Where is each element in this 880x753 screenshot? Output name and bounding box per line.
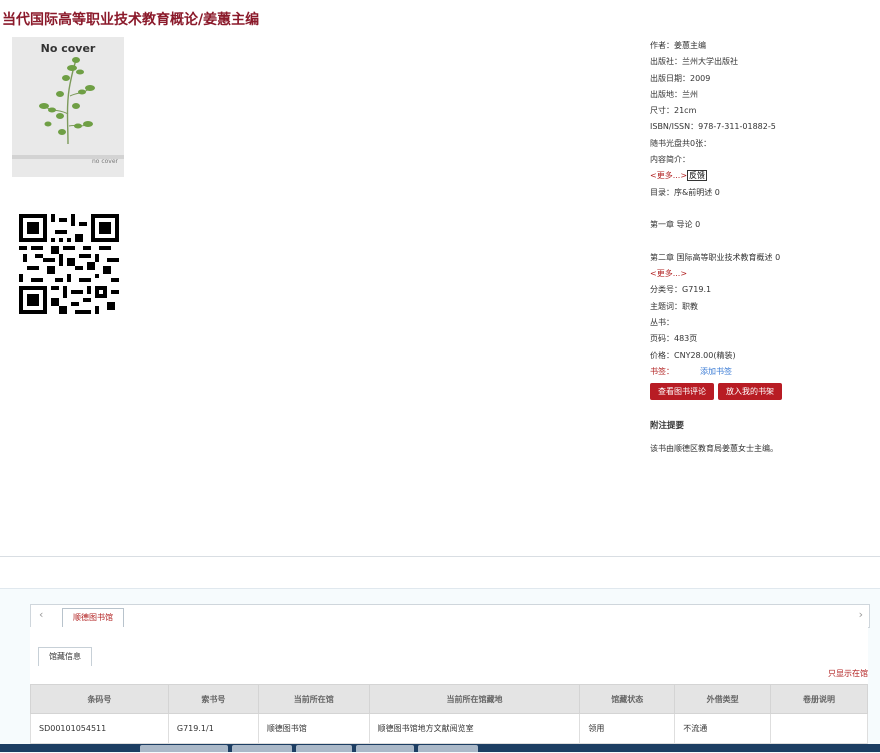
- action-buttons: 查看图书评论 放入我的书架: [650, 382, 875, 402]
- size: 尺寸：21cm: [650, 106, 697, 116]
- feedback-button[interactable]: 反馈: [687, 170, 708, 182]
- taskbar-item[interactable]: [140, 745, 228, 752]
- qr-code-icon: [19, 214, 119, 314]
- plant-icon: [39, 57, 95, 145]
- book-metadata: 作者：姜蕙主编 出版社：兰州大学出版社 出版日期：2009 出版地：兰州 尺寸：…: [650, 38, 875, 457]
- table-row: SD00101054511 G719.1/1 顺德图书馆 顺德图书馆地方文献阅览…: [30, 713, 868, 744]
- publish-place: 出版地：兰州: [650, 89, 698, 99]
- chevron-left-icon[interactable]: ‹: [39, 608, 43, 621]
- col-volume-note[interactable]: 卷册说明: [770, 684, 868, 714]
- isbn: ISBN/ISSN：978-7-311-01882-5: [650, 122, 776, 132]
- notes-text: 该书由顺德区教育局姜蕙女士主编。: [650, 443, 778, 453]
- taskbar: [0, 744, 880, 752]
- view-reviews-button[interactable]: 查看图书评论: [650, 383, 714, 401]
- holdings-table: 条码号 索书号 当前所在馆 当前所在馆藏地 馆藏状态 外借类型 卷册说明 SD0…: [30, 684, 868, 744]
- author: 作者：姜蕙主编: [650, 41, 706, 50]
- taskbar-item[interactable]: [418, 745, 478, 752]
- more-link[interactable]: <更多...>: [650, 171, 687, 180]
- taskbar-item[interactable]: [296, 745, 352, 752]
- library-tab-strip: ‹ 顺德图书馆 ›: [30, 604, 870, 628]
- col-library[interactable]: 当前所在馆: [257, 684, 370, 714]
- chapter-1: 第一章 导论 0: [650, 220, 701, 230]
- notes-title: 附注提要: [650, 421, 685, 432]
- chapter-2: 第二章 国际高等职业技术教育概述 0: [650, 252, 781, 262]
- page-title: 当代国际高等职业技术教育概论/姜蕙主编: [2, 12, 260, 28]
- series: 丛书：: [650, 318, 674, 328]
- holdings-panel: 馆藏信息 只显示在馆 条码号 索书号 当前所在馆 当前所在馆藏地 馆藏状态 外借…: [30, 627, 868, 752]
- divider: [0, 556, 880, 557]
- add-bookmark-link[interactable]: 添加书签: [700, 367, 732, 376]
- col-loan-type[interactable]: 外借类型: [674, 684, 772, 714]
- intro-actions: <更多...> 反馈: [650, 168, 875, 184]
- taskbar-item[interactable]: [232, 745, 292, 752]
- price: 价格：CNY28.00(精装): [650, 350, 736, 360]
- table-header-row: 条码号 索书号 当前所在馆 当前所在馆藏地 馆藏状态 外借类型 卷册说明: [30, 684, 868, 714]
- publisher: 出版社：兰州大学出版社: [650, 57, 738, 67]
- col-barcode[interactable]: 条码号: [30, 684, 169, 714]
- intro-label: 内容简介：: [650, 155, 690, 165]
- cell-loan-type: 不流通: [674, 713, 772, 744]
- cell-call-number: G719.1/1: [167, 713, 259, 744]
- pages: 页码：483页: [650, 334, 698, 344]
- cell-volume-note: [770, 713, 868, 744]
- subject: 主题词：职教: [650, 301, 698, 311]
- book-cover-image: No cover no cover: [12, 37, 124, 177]
- cell-location: 顺德图书馆地方文献阅览室: [368, 713, 581, 744]
- show-available-only-link[interactable]: 只显示在馆: [828, 668, 868, 679]
- bookmark-label: 书签：: [650, 366, 674, 376]
- tab-shunde-library[interactable]: 顺德图书馆: [62, 608, 124, 627]
- cell-status: 领用: [579, 713, 676, 744]
- col-status[interactable]: 馆藏状态: [579, 684, 676, 714]
- more-link-2[interactable]: <更多...>: [650, 266, 875, 282]
- disc-count: 随书光盘共0张：: [650, 138, 712, 148]
- bookmark-row: 书签： 添加书签: [650, 364, 875, 380]
- chevron-right-icon[interactable]: ›: [859, 608, 863, 621]
- publish-date: 出版日期：2009: [650, 73, 711, 83]
- cell-library: 顺德图书馆: [257, 713, 370, 744]
- tab-holdings-info[interactable]: 馆藏信息: [38, 647, 92, 666]
- col-call-number[interactable]: 索书号: [167, 684, 259, 714]
- col-location[interactable]: 当前所在馆藏地: [368, 684, 581, 714]
- cell-barcode: SD00101054511: [30, 713, 169, 744]
- cover-bottom-text: no cover: [91, 158, 118, 165]
- taskbar-item[interactable]: [356, 745, 414, 752]
- toc: 目录：序&前明述 0: [650, 187, 720, 197]
- class-number: 分类号：G719.1: [650, 285, 712, 295]
- add-to-shelf-button[interactable]: 放入我的书架: [718, 383, 782, 401]
